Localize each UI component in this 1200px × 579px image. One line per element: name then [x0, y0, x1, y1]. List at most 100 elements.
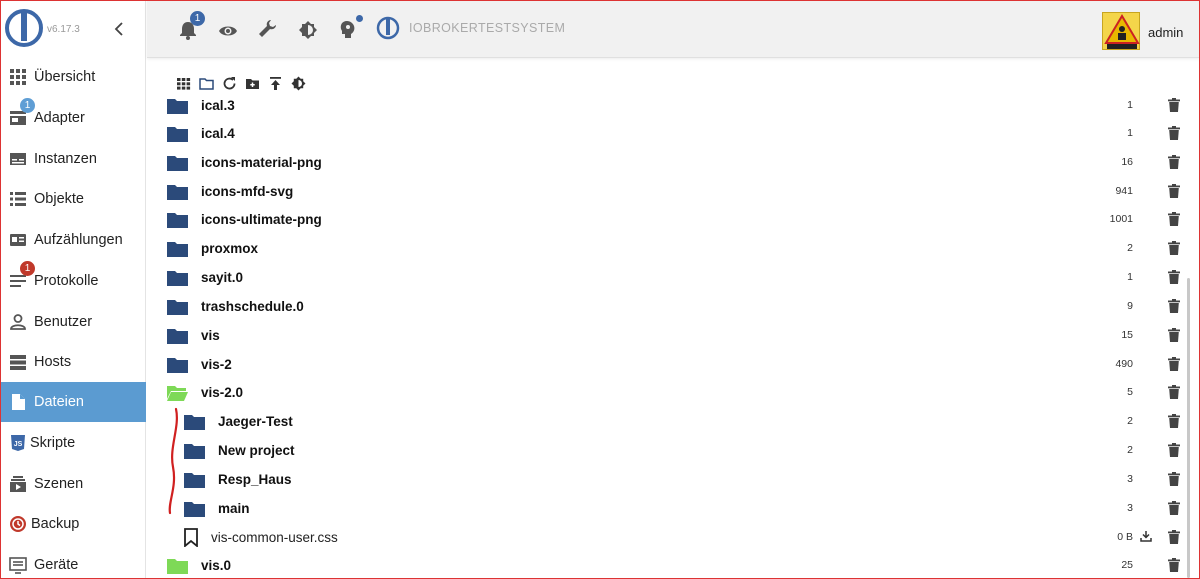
trash-icon[interactable]: [1168, 184, 1180, 198]
file-row[interactable]: New project 2: [160, 436, 1190, 465]
trash-icon[interactable]: [1168, 328, 1180, 342]
file-count: 2: [1127, 444, 1133, 456]
file-name[interactable]: vis.0: [201, 558, 231, 573]
file-row[interactable]: Jaeger-Test 2: [160, 407, 1190, 436]
file-row[interactable]: icons-ultimate-png 1001: [160, 205, 1190, 234]
file-name[interactable]: ical.3: [201, 98, 235, 113]
eye-icon[interactable]: [218, 21, 238, 41]
file-row[interactable]: trashschedule.0 9: [160, 292, 1190, 321]
file-name[interactable]: proxmox: [201, 241, 258, 256]
trash-icon[interactable]: [1168, 357, 1180, 371]
file-name[interactable]: ical.4: [201, 126, 235, 141]
file-name[interactable]: trashschedule.0: [201, 299, 304, 314]
file-name[interactable]: New project: [218, 443, 295, 458]
file-name[interactable]: icons-ultimate-png: [201, 212, 322, 227]
file-name[interactable]: vis-2.0: [201, 385, 243, 400]
file-row[interactable]: ical.4 1: [160, 119, 1190, 148]
trash-icon[interactable]: [1168, 443, 1180, 457]
file-name[interactable]: Jaeger-Test: [218, 414, 293, 429]
file-row[interactable]: vis-common-user.css 0 B: [160, 523, 1190, 552]
trash-icon[interactable]: [1168, 472, 1180, 486]
file-count: 0 B: [1117, 531, 1133, 543]
file-count: 15: [1121, 329, 1133, 341]
file-count: 3: [1127, 473, 1133, 485]
enum-icon: [10, 234, 26, 246]
file-name[interactable]: vis: [201, 328, 220, 343]
trash-icon[interactable]: [1168, 501, 1180, 515]
file-row[interactable]: proxmox 2: [160, 234, 1190, 263]
sidebar-item-instanzen[interactable]: Instanzen: [0, 139, 146, 179]
sidebar-item-uebersicht[interactable]: Übersicht: [0, 57, 146, 97]
file-name[interactable]: icons-material-png: [201, 155, 322, 170]
trash-icon[interactable]: [1168, 530, 1180, 544]
sidebar-item-label: Dateien: [34, 394, 84, 410]
file-row[interactable]: sayit.0 1: [160, 263, 1190, 292]
sidebar: v6.17.3 Übersicht Adapter 1 Instanzen Ob…: [0, 0, 146, 579]
instances-icon: [10, 153, 26, 165]
sidebar-item-szenen[interactable]: Szenen: [0, 464, 146, 504]
refresh-icon[interactable]: [222, 76, 237, 91]
expert-dot: [356, 15, 363, 22]
trash-icon[interactable]: [1168, 155, 1180, 169]
trash-icon[interactable]: [1168, 241, 1180, 255]
sidebar-item-dateien[interactable]: Dateien: [0, 382, 146, 422]
theme-icon[interactable]: [298, 20, 318, 40]
file-row[interactable]: vis.0 25: [160, 551, 1190, 579]
chevron-left-icon[interactable]: [112, 21, 126, 37]
hand-drawn-annotation: [168, 407, 178, 515]
wrench-icon[interactable]: [258, 19, 278, 39]
sidebar-item-objekte[interactable]: Objekte: [0, 179, 146, 219]
folder-icon: [167, 559, 188, 574]
file-count: 25: [1121, 559, 1133, 571]
file-row[interactable]: vis-2.0 5: [160, 378, 1190, 407]
file-count: 3: [1127, 502, 1133, 514]
avatar[interactable]: [1102, 12, 1140, 50]
file-name[interactable]: sayit.0: [201, 270, 243, 285]
file-name[interactable]: icons-mfd-svg: [201, 184, 293, 199]
grid-view-icon[interactable]: [176, 76, 191, 91]
sidebar-item-label: Übersicht: [34, 69, 96, 85]
file-row[interactable]: icons-material-png 16: [160, 148, 1190, 177]
sidebar-item-label: Szenen: [34, 476, 84, 492]
sidebar-item-skripte[interactable]: JS Skripte: [0, 423, 146, 463]
trash-icon[interactable]: [1168, 126, 1180, 140]
trash-icon[interactable]: [1168, 270, 1180, 284]
trash-icon[interactable]: [1168, 385, 1180, 399]
download-icon[interactable]: [1140, 530, 1152, 542]
file-name[interactable]: Resp_Haus: [218, 472, 292, 487]
folder-icon: [167, 358, 188, 373]
file-name[interactable]: vis-common-user.css: [211, 530, 338, 545]
file-row[interactable]: vis 15: [160, 321, 1190, 350]
trash-icon[interactable]: [1168, 299, 1180, 313]
folder-icon: [167, 99, 188, 114]
add-folder-icon[interactable]: [245, 76, 260, 91]
trash-icon[interactable]: [1168, 558, 1180, 572]
sidebar-item-backup[interactable]: Backup: [0, 504, 146, 544]
scrollbar[interactable]: [1187, 278, 1190, 578]
folder-icon: [167, 329, 188, 344]
file-row[interactable]: Resp_Haus 3: [160, 465, 1190, 494]
file-row[interactable]: ical.3 1: [160, 91, 1190, 120]
upload-icon[interactable]: [268, 76, 283, 91]
trash-icon[interactable]: [1168, 414, 1180, 428]
file-name[interactable]: vis-2: [201, 357, 232, 372]
file-row[interactable]: icons-mfd-svg 941: [160, 177, 1190, 206]
trash-icon[interactable]: [1168, 212, 1180, 226]
adapter-badge: 1: [20, 98, 35, 113]
file-row[interactable]: vis-2 490: [160, 350, 1190, 379]
sidebar-item-aufzaehlungen[interactable]: Aufzählungen: [0, 220, 146, 260]
expert-mode-icon[interactable]: [338, 20, 358, 40]
brightness-icon[interactable]: [291, 76, 306, 91]
file-name[interactable]: main: [218, 501, 250, 516]
file-count: 1: [1127, 271, 1133, 283]
trash-icon[interactable]: [1168, 98, 1180, 112]
folder-icon: [167, 213, 188, 228]
folder-icon: [167, 185, 188, 200]
user-name[interactable]: admin: [1148, 25, 1183, 40]
sidebar-item-hosts[interactable]: Hosts: [0, 342, 146, 382]
sidebar-item-geraete[interactable]: Geräte: [0, 545, 146, 579]
sidebar-item-benutzer[interactable]: Benutzer: [0, 302, 146, 342]
file-row[interactable]: main 3: [160, 494, 1190, 523]
folder-view-icon[interactable]: [199, 76, 214, 91]
file-count: 2: [1127, 242, 1133, 254]
